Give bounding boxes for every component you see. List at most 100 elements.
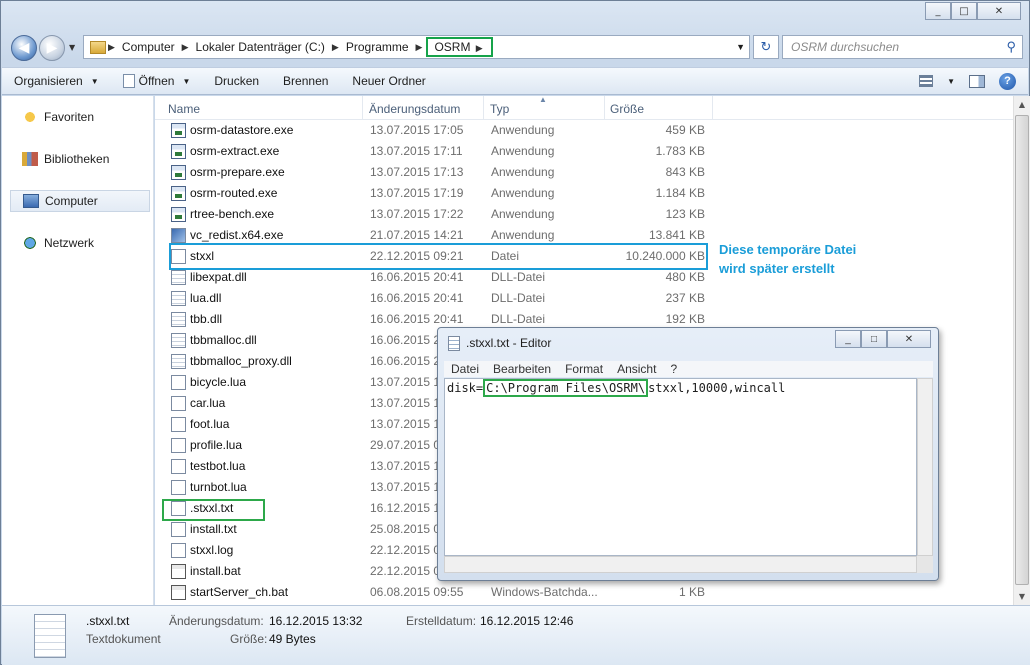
table-row[interactable]: osrm-extract.exe 13.07.2015 17:11 Anwendun… <box>163 141 711 162</box>
file-date: 16.06.2015 20:41 <box>370 291 464 305</box>
details-filename: .stxxl.txt <box>86 614 130 628</box>
menu-datei[interactable]: Datei <box>444 362 486 376</box>
details-size-label: Größe: <box>230 632 268 646</box>
menu-ansicht[interactable]: Ansicht <box>610 362 663 376</box>
minimize-button[interactable]: _ <box>925 2 951 20</box>
installer-icon <box>171 228 186 243</box>
breadcrumb[interactable]: ▶ Computer ▶ Lokaler Datenträger (C:) ▶ … <box>83 35 750 59</box>
table-row[interactable]: startServer_ch.bat 06.08.2015 09:55 Window… <box>163 582 711 603</box>
maximize-button[interactable]: □ <box>951 2 977 20</box>
scroll-up-icon[interactable]: ▲ <box>1014 96 1030 113</box>
chevron-right-icon[interactable]: ▶ <box>330 42 341 53</box>
burn-button[interactable]: Brennen <box>271 74 340 88</box>
organize-button[interactable]: Organisieren ▼ <box>2 74 111 88</box>
window-controls: _ □ ✕ <box>925 2 1021 20</box>
back-button[interactable]: ◀ <box>11 35 37 61</box>
chevron-right-icon[interactable]: ▶ <box>180 42 191 53</box>
forward-button[interactable]: ▶ <box>39 35 65 61</box>
file-name: osrm-datastore.exe <box>190 123 294 137</box>
breadcrumb-drive-c[interactable]: Lokaler Datenträger (C:) <box>191 40 330 54</box>
notepad-text-area[interactable]: disk= C:\Program Files\OSRM\ stxxl,10000,w… <box>444 378 917 556</box>
new-folder-button[interactable]: Neuer Ordner <box>340 74 437 88</box>
file-name: tbb.dll <box>190 312 223 326</box>
help-icon[interactable]: ? <box>999 72 1016 90</box>
column-header-name[interactable]: Name <box>163 96 363 120</box>
file-size: 1 KB <box>678 585 705 599</box>
file-name: osrm-prepare.exe <box>190 165 285 179</box>
column-header-date[interactable]: Änderungsdatum <box>364 96 484 120</box>
chevron-down-icon[interactable]: ▼ <box>736 42 745 52</box>
organize-label: Organisieren <box>14 74 83 88</box>
breadcrumb-osrm[interactable]: OSRM ▶ <box>426 37 493 57</box>
close-button[interactable]: ✕ <box>977 2 1021 20</box>
table-row[interactable]: osrm-prepare.exe 13.07.2015 17:13 Anwendun… <box>163 162 711 183</box>
notepad-menubar: Datei Bearbeiten Format Ansicht ? <box>444 361 933 377</box>
print-button[interactable]: Drucken <box>202 74 271 88</box>
file-name: startServer_ch.bat <box>190 585 289 599</box>
details-size-value: 49 Bytes <box>269 632 316 646</box>
search-icon[interactable]: ⚲ <box>1006 39 1016 55</box>
chevron-down-icon[interactable]: ▼ <box>947 77 955 86</box>
file-name: lua.dll <box>190 291 222 305</box>
chevron-right-icon[interactable]: ▶ <box>414 42 425 53</box>
file-type: Anwendung <box>491 186 555 200</box>
highlight-config-file-box <box>162 499 265 521</box>
table-row[interactable]: lua.dll 16.06.2015 20:41 DLL-Datei 237 KB <box>163 288 711 309</box>
file-size: 459 KB <box>665 123 705 137</box>
scroll-down-icon[interactable]: ▼ <box>1014 588 1030 605</box>
chevron-right-icon[interactable]: ▶ <box>106 42 117 53</box>
column-header-size[interactable]: Größe <box>605 96 713 120</box>
notepad-vertical-scrollbar[interactable] <box>917 378 933 556</box>
scrollbar-thumb[interactable] <box>1015 115 1029 585</box>
file-icon <box>171 459 186 474</box>
open-button[interactable]: Öffnen ▼ <box>111 74 203 88</box>
notepad-resize-grip[interactable] <box>917 556 933 573</box>
file-date: 13.07.2015 17:11 <box>370 144 463 158</box>
breadcrumb-computer[interactable]: Computer <box>117 40 180 54</box>
search-input[interactable]: OSRM durchsuchen ⚲ <box>782 35 1023 59</box>
file-size: 123 KB <box>665 207 705 221</box>
file-type: Anwendung <box>491 207 555 221</box>
file-icon <box>171 522 186 537</box>
file-name: profile.lua <box>190 438 243 452</box>
breadcrumb-programme[interactable]: Programme <box>341 40 414 54</box>
text-suffix: stxxl,10000,wincall <box>648 381 786 395</box>
table-row[interactable]: libexpat.dll 16.06.2015 20:41 DLL-Datei 480… <box>163 267 711 288</box>
notepad-minimize-button[interactable]: _ <box>835 330 861 348</box>
view-options-icon[interactable] <box>919 75 934 87</box>
notepad-maximize-button[interactable]: □ <box>861 330 887 348</box>
details-modified-label: Änderungsdatum: <box>169 614 264 628</box>
nav-item-favorites[interactable]: Favoriten <box>10 106 150 128</box>
recent-pages-dropdown[interactable]: ▼ <box>69 43 75 52</box>
command-bar: Organisieren ▼ Öffnen ▼ Drucken Brennen Ne… <box>2 67 1028 95</box>
table-row[interactable]: rtree-bench.exe 13.07.2015 17:22 Anwendung… <box>163 204 711 225</box>
notepad-horizontal-scrollbar[interactable] <box>444 556 917 573</box>
nav-item-libraries[interactable]: Bibliotheken <box>10 148 150 170</box>
file-name: install.txt <box>190 522 237 536</box>
file-icon <box>171 375 186 390</box>
details-pane: .stxxl.txt Textdokument Änderungsdatum: … <box>2 605 1030 665</box>
library-icon <box>22 152 38 166</box>
preview-pane-icon[interactable] <box>969 74 985 88</box>
refresh-button[interactable]: ↻ <box>753 35 779 59</box>
menu-bearbeiten[interactable]: Bearbeiten <box>486 362 558 376</box>
file-name: osrm-routed.exe <box>190 186 278 200</box>
application-icon <box>171 165 186 180</box>
file-date: 13.07.2015 17:19 <box>370 186 464 200</box>
folder-icon <box>90 40 106 54</box>
file-name: car.lua <box>190 396 226 410</box>
file-name: osrm-extract.exe <box>190 144 280 158</box>
nav-item-network[interactable]: Netzwerk <box>10 232 150 254</box>
notepad-close-button[interactable]: ✕ <box>887 330 931 348</box>
menu-format[interactable]: Format <box>558 362 610 376</box>
table-row[interactable]: osrm-routed.exe 13.07.2015 17:19 Anwendung… <box>163 183 711 204</box>
table-row[interactable]: osrm-datastore.exe 13.07.2015 17:05 Anwend… <box>163 120 711 141</box>
nav-item-computer[interactable]: Computer <box>10 190 150 212</box>
notepad-icon <box>448 336 460 351</box>
file-name: foot.lua <box>190 417 230 431</box>
text-highlighted-path: C:\Program Files\OSRM\ <box>483 379 649 397</box>
notepad-title: .stxxl.txt - Editor <box>466 336 552 350</box>
menu-help[interactable]: ? <box>663 362 684 376</box>
vertical-scrollbar[interactable]: ▲ ▼ <box>1013 96 1030 605</box>
file-type: Anwendung <box>491 123 555 137</box>
